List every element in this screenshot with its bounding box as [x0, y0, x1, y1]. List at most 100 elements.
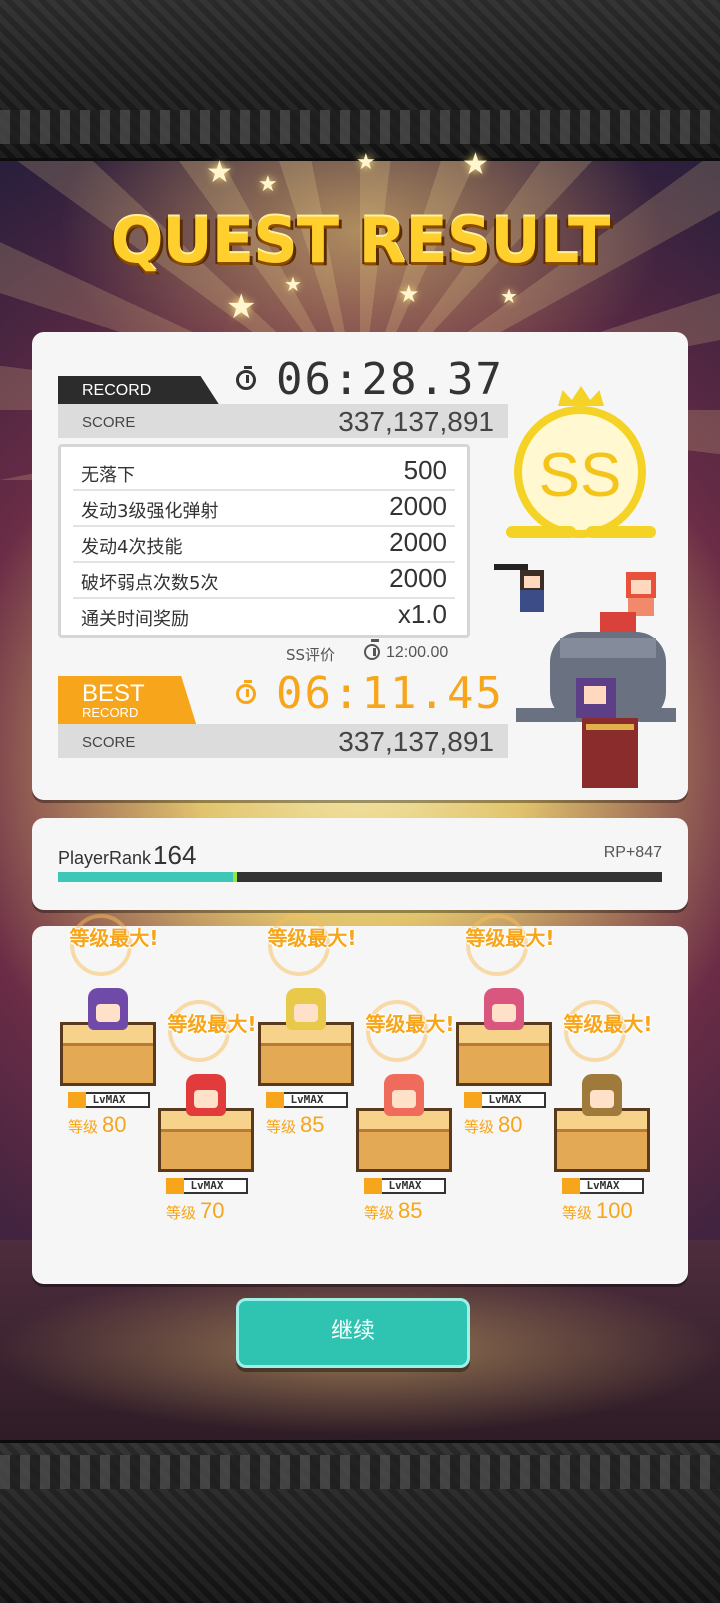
bonus-list: 无落下 500 发动3级强化弹射 2000 发动4次技能 2000 破坏弱点次数… — [58, 444, 470, 638]
record-tag: RECORD — [58, 376, 220, 406]
character-face — [194, 1090, 218, 1108]
stopwatch-icon — [364, 639, 380, 660]
continue-button[interactable]: 继续 — [236, 1298, 470, 1368]
player-rank: PlayerRank164 — [58, 840, 196, 871]
rank-progress-bar — [58, 872, 662, 882]
bonus-row: 无落下 500 — [73, 453, 455, 491]
quest-result-title: QUEST RESULT — [110, 204, 611, 277]
ss-requirement-label: SS评价 — [286, 646, 336, 664]
bonus-value: x1.0 — [397, 599, 447, 629]
bonus-value: 2000 — [389, 491, 447, 521]
level-max-label: 等级最大! — [563, 1012, 653, 1036]
best-score-bar: SCORE 337,137,891 — [58, 724, 508, 758]
bonus-label: 通关时间奖励 — [81, 609, 189, 630]
boss-party-sprite — [494, 564, 676, 788]
bonus-row: 通关时间奖励 x1.0 — [73, 597, 455, 633]
star-icon: ★ — [206, 155, 233, 190]
top-band — [0, 0, 720, 161]
character-face — [590, 1090, 614, 1108]
character-face — [492, 1004, 516, 1022]
character-pedestal — [60, 1022, 156, 1086]
lvmax-badge: LvMAX — [364, 1178, 446, 1194]
stopwatch-icon — [236, 680, 256, 704]
bonus-row: 发动3级强化弹射 2000 — [73, 489, 455, 527]
lvmax-badge: LvMAX — [562, 1178, 644, 1194]
best-record-tag: BEST RECORD — [58, 676, 198, 730]
record-score-value: 337,137,891 — [338, 406, 494, 437]
lvmax-badge: LvMAX — [166, 1178, 248, 1194]
stopwatch-icon — [236, 366, 256, 390]
lvmax-badge: LvMAX — [464, 1092, 546, 1108]
ss-grade-badge: SS — [504, 386, 668, 556]
bonus-label: 发动3级强化弹射 — [81, 501, 219, 522]
bottom-band — [0, 1440, 720, 1603]
level-max-label: 等级最大! — [267, 926, 357, 950]
lvmax-badge: LvMAX — [68, 1092, 150, 1108]
level-max-label: 等级最大! — [69, 926, 159, 950]
level-label: 等级 — [364, 1204, 395, 1222]
star-icon: ★ — [398, 280, 420, 308]
star-icon: ★ — [356, 150, 376, 175]
character-pedestal — [456, 1022, 552, 1086]
top-band-checker — [0, 110, 720, 144]
star-icon: ★ — [462, 147, 489, 182]
character-face — [392, 1090, 416, 1108]
character-level: 等级 100 — [562, 1198, 633, 1224]
rank-progress-tip — [233, 872, 238, 882]
level-label: 等级 — [464, 1118, 495, 1136]
bonus-row: 破坏弱点次数5次 2000 — [73, 561, 455, 599]
star-icon: ★ — [258, 172, 278, 197]
bonus-value: 500 — [403, 455, 447, 485]
result-card: RECORD 06:28.37 SCORE 337,137,891 无落下 50… — [32, 332, 688, 800]
character-level: 等级 80 — [464, 1112, 523, 1138]
level-label: 等级 — [166, 1204, 197, 1222]
record-score-bar: SCORE 337,137,891 — [58, 404, 508, 438]
character-pedestal — [356, 1108, 452, 1172]
crown-icon — [558, 386, 604, 406]
level-value: 80 — [498, 1112, 523, 1137]
level-value: 85 — [398, 1198, 423, 1223]
character-slot: 等级最大! LvMAX 等级 100 — [548, 1000, 668, 1238]
level-value: 85 — [300, 1112, 325, 1137]
bonus-label: 发动4次技能 — [81, 537, 183, 558]
level-value: 70 — [200, 1198, 225, 1223]
player-rank-card: PlayerRank164 RP+847 — [32, 818, 688, 910]
player-rank-label: PlayerRank — [58, 848, 152, 868]
level-value: 100 — [596, 1198, 633, 1223]
best-time: 06:11.45 — [276, 668, 504, 719]
best-score-value: 337,137,891 — [338, 726, 494, 757]
rank-points-gained: RP+847 — [603, 844, 662, 861]
bonus-label: 无落下 — [81, 465, 135, 486]
bonus-label: 破坏弱点次数5次 — [81, 573, 219, 594]
grade-wing-left — [506, 526, 576, 538]
character-level: 等级 85 — [266, 1112, 325, 1138]
record-score-label: SCORE — [82, 414, 136, 431]
characters-card: 等级最大! LvMAX 等级 80 等级最大! LvMAX 等级 70 等级最大! … — [32, 914, 688, 1284]
best-score-label: SCORE — [82, 734, 136, 751]
lvmax-badge: LvMAX — [266, 1092, 348, 1108]
bonus-value: 2000 — [389, 527, 447, 557]
ss-requirement-time: 12:00.00 — [386, 644, 449, 661]
record-time: 06:28.37 — [276, 354, 504, 405]
level-label: 等级 — [562, 1204, 593, 1222]
party-character-gunner — [494, 564, 544, 612]
ss-requirement: SS评价 12:00.00 — [286, 639, 448, 665]
bonus-value: 2000 — [389, 563, 447, 593]
character-level: 等级 85 — [364, 1198, 423, 1224]
character-pedestal — [158, 1108, 254, 1172]
star-icon: ★ — [226, 287, 257, 327]
grade-wing-right — [586, 526, 656, 538]
level-value: 80 — [102, 1112, 127, 1137]
star-icon: ★ — [284, 272, 302, 296]
best-tag-small: RECORD — [82, 705, 139, 720]
level-label: 等级 — [266, 1118, 297, 1136]
level-label: 等级 — [68, 1118, 99, 1136]
bonus-row: 发动4次技能 2000 — [73, 525, 455, 563]
character-pedestal — [554, 1108, 650, 1172]
character-pedestal — [258, 1022, 354, 1086]
character-face — [96, 1004, 120, 1022]
boss-knight — [516, 612, 676, 788]
level-max-label: 等级最大! — [465, 926, 555, 950]
rank-progress-fill — [58, 872, 234, 882]
party-character-redhair — [626, 572, 656, 616]
